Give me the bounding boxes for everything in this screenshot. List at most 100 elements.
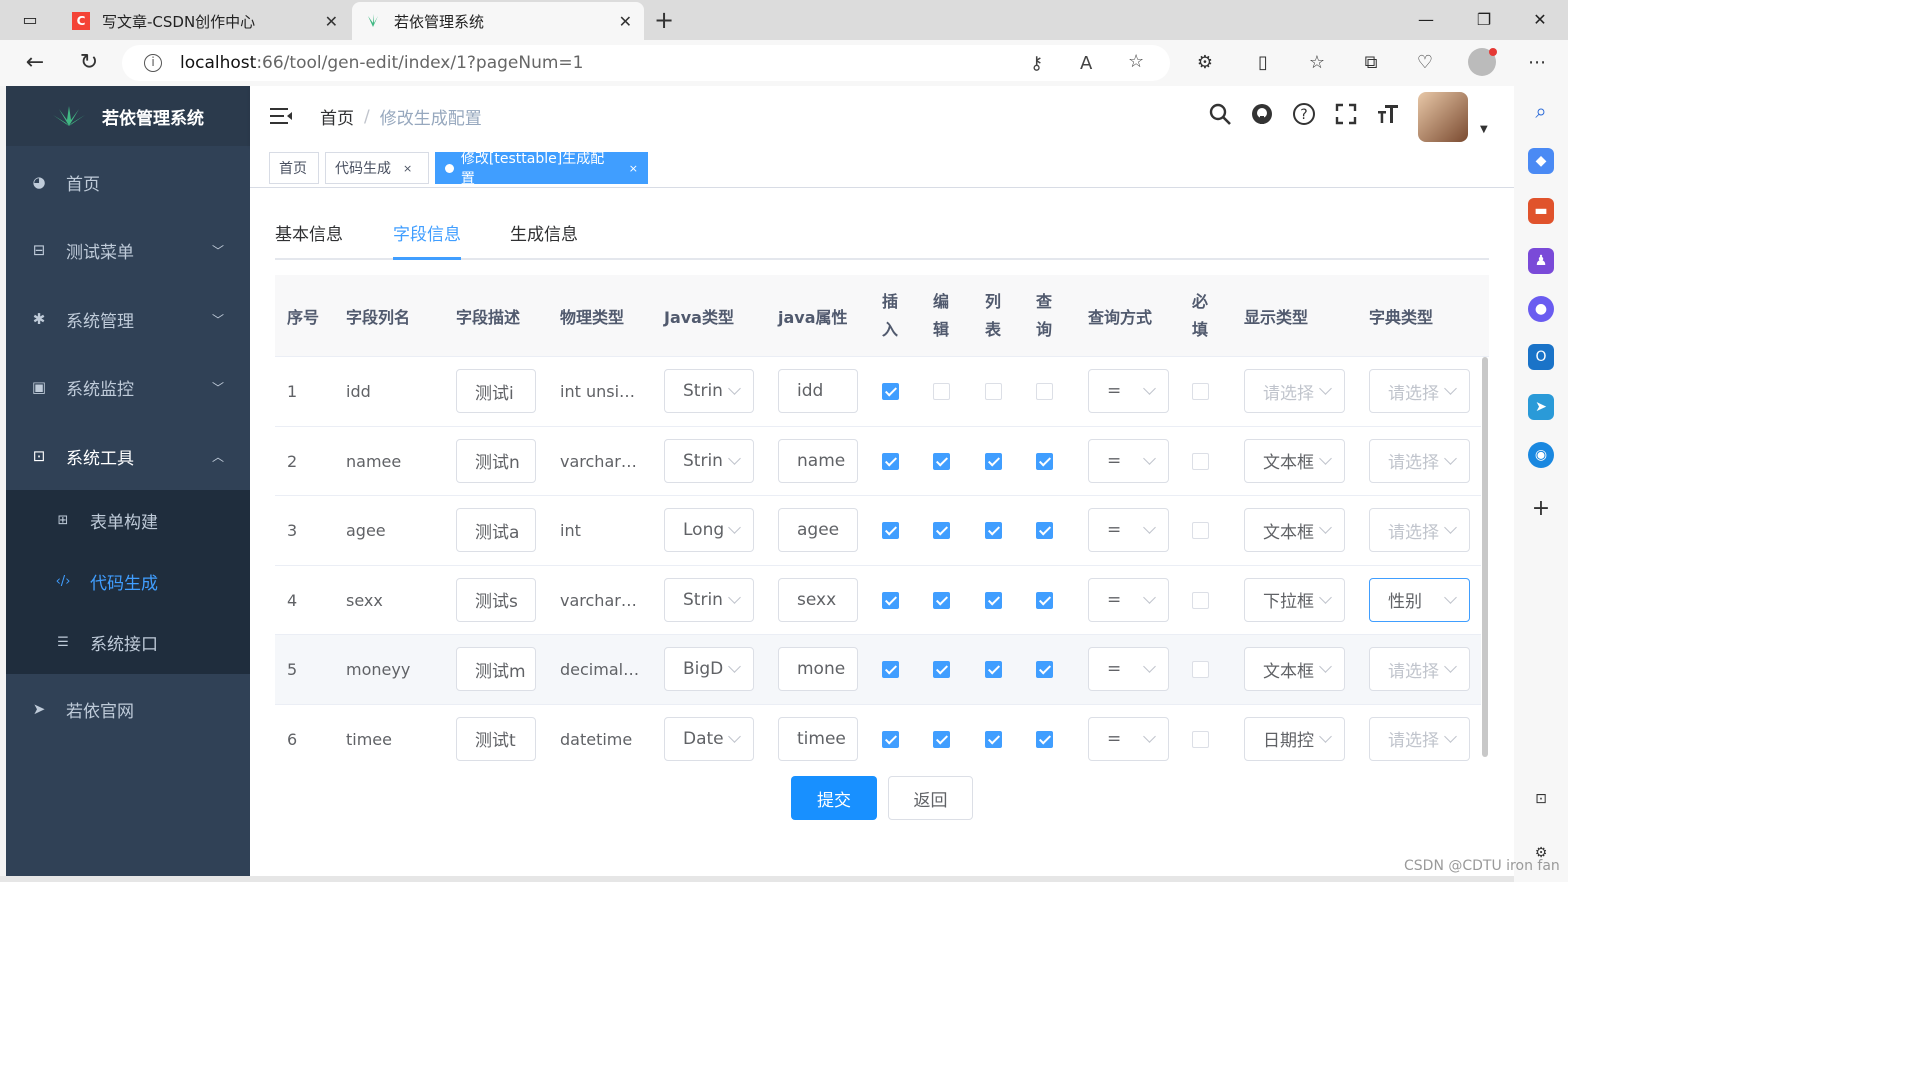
- info-icon[interactable]: i: [144, 54, 162, 72]
- tag-icon[interactable]: ◆: [1528, 148, 1554, 174]
- java-field-input[interactable]: timee: [778, 716, 858, 761]
- close-icon[interactable]: ×: [629, 162, 638, 175]
- edit-checkbox[interactable]: [933, 383, 950, 400]
- favorite-star-icon[interactable]: ☆: [1128, 51, 1144, 72]
- list-checkbox[interactable]: [985, 661, 1002, 678]
- required-checkbox[interactable]: [1192, 452, 1209, 470]
- search-icon[interactable]: [1206, 102, 1234, 130]
- insert-checkbox[interactable]: [882, 522, 899, 539]
- games-icon[interactable]: ♟: [1528, 248, 1554, 274]
- submit-button[interactable]: 提交: [791, 776, 877, 820]
- screenshot-icon[interactable]: ⊡: [1528, 786, 1554, 812]
- required-checkbox[interactable]: [1192, 522, 1209, 539]
- dict-type-select[interactable]: 性别: [1369, 577, 1470, 622]
- column-desc-input[interactable]: 测试m: [456, 647, 536, 691]
- required-checkbox[interactable]: [1192, 730, 1209, 748]
- edit-checkbox[interactable]: [933, 730, 950, 748]
- browser-essentials-icon[interactable]: ♡: [1412, 50, 1438, 76]
- java-field-input[interactable]: name: [778, 438, 858, 483]
- java-type-select[interactable]: BigD: [664, 647, 754, 691]
- collections-icon[interactable]: ⧉: [1358, 50, 1384, 76]
- dict-type-select[interactable]: 请选择: [1369, 647, 1470, 691]
- favorites-icon[interactable]: ☆: [1304, 50, 1330, 76]
- column-desc-input[interactable]: 测试a: [456, 508, 536, 552]
- tag-home[interactable]: 首页: [269, 152, 319, 184]
- list-checkbox[interactable]: [985, 730, 1002, 748]
- query-type-select[interactable]: =: [1088, 716, 1169, 761]
- java-field-input[interactable]: sexx: [778, 577, 858, 622]
- required-checkbox[interactable]: [1192, 661, 1209, 678]
- column-desc-input[interactable]: 测试i: [456, 369, 536, 413]
- list-checkbox[interactable]: [985, 522, 1002, 539]
- key-icon[interactable]: ⚷: [1030, 53, 1043, 74]
- tab-basic-info[interactable]: 基本信息: [275, 220, 343, 245]
- html-type-select[interactable]: 文本框: [1244, 647, 1345, 691]
- address-bar[interactable]: i localhost:66/tool/gen-edit/index/1?pag…: [122, 45, 1170, 81]
- browser-tab-csdn[interactable]: C 写文章-CSDN创作中心 ✕: [60, 2, 350, 40]
- scrollbar-thumb[interactable]: [1482, 357, 1488, 757]
- back-button[interactable]: 返回: [888, 776, 973, 820]
- table-scrollbar[interactable]: [1481, 357, 1489, 763]
- tag-edit-gen-config[interactable]: 修改[testtable]生成配置 ×: [435, 151, 648, 187]
- copilot-icon[interactable]: ●: [1528, 296, 1554, 322]
- insert-checkbox[interactable]: [882, 452, 899, 470]
- html-type-select[interactable]: 日期控: [1244, 716, 1345, 761]
- sidebar-logo[interactable]: 若依管理系统: [6, 86, 250, 146]
- sidebar-item-system-api[interactable]: ☰ 系统接口: [6, 612, 250, 673]
- sidebar-item-system-monitor[interactable]: ▣ 系统监控 ﹀: [6, 353, 250, 421]
- html-type-select[interactable]: 下拉框: [1244, 577, 1345, 622]
- html-type-select[interactable]: 文本框: [1244, 438, 1345, 483]
- briefcase-icon[interactable]: ▬: [1528, 198, 1554, 224]
- dict-type-select[interactable]: 请选择: [1369, 716, 1470, 761]
- add-icon[interactable]: +: [1528, 496, 1554, 522]
- sidebar-item-code-gen[interactable]: ‹/› 代码生成: [6, 551, 250, 612]
- help-icon[interactable]: ?: [1290, 102, 1318, 130]
- dict-type-select[interactable]: 请选择: [1369, 508, 1470, 552]
- list-checkbox[interactable]: [985, 452, 1002, 470]
- close-icon[interactable]: ×: [403, 162, 412, 175]
- more-menu-icon[interactable]: ⋯: [1524, 50, 1550, 76]
- tag-code-gen[interactable]: 代码生成 ×: [325, 152, 429, 184]
- column-desc-input[interactable]: 测试s: [456, 577, 536, 622]
- breadcrumb-home[interactable]: 首页: [320, 104, 354, 129]
- tab-actions-icon[interactable]: ▭: [16, 8, 44, 32]
- list-checkbox[interactable]: [985, 383, 1002, 400]
- column-desc-input[interactable]: 测试n: [456, 438, 536, 483]
- query-type-select[interactable]: =: [1088, 647, 1169, 691]
- dict-type-select[interactable]: 请选择: [1369, 438, 1470, 483]
- query-checkbox[interactable]: [1036, 730, 1053, 748]
- back-arrow-icon[interactable]: ←: [20, 48, 50, 78]
- search-icon[interactable]: ⌕: [1528, 98, 1554, 124]
- browser-tab-ruoyi[interactable]: 若依管理系统 ✕: [352, 2, 644, 40]
- sidebar-item-system-management[interactable]: ✱ 系统管理 ﹀: [6, 285, 250, 353]
- java-type-select[interactable]: Strin: [664, 369, 754, 413]
- insert-checkbox[interactable]: [882, 730, 899, 748]
- insert-checkbox[interactable]: [882, 591, 899, 609]
- query-checkbox[interactable]: [1036, 522, 1053, 539]
- dict-type-select[interactable]: 请选择: [1369, 369, 1470, 413]
- java-type-select[interactable]: Date: [664, 716, 754, 761]
- close-icon[interactable]: ✕: [619, 12, 632, 31]
- query-checkbox[interactable]: [1036, 383, 1053, 400]
- sidebar-item-system-tools[interactable]: ⊡ 系统工具 ︿: [6, 422, 250, 490]
- close-window-icon[interactable]: ✕: [1526, 8, 1554, 32]
- caret-down-icon[interactable]: ▼: [1480, 124, 1488, 135]
- restore-icon[interactable]: ❐: [1470, 8, 1498, 32]
- send-icon[interactable]: ➤: [1528, 394, 1554, 420]
- edge-drop-icon[interactable]: ◉: [1528, 442, 1554, 468]
- edit-checkbox[interactable]: [933, 522, 950, 539]
- query-checkbox[interactable]: [1036, 591, 1053, 609]
- html-type-select[interactable]: 文本框: [1244, 508, 1345, 552]
- insert-checkbox[interactable]: [882, 383, 899, 400]
- sidebar-item-test-menu[interactable]: ⊟ 测试菜单 ﹀: [6, 216, 250, 284]
- query-type-select[interactable]: =: [1088, 508, 1169, 552]
- query-type-select[interactable]: =: [1088, 577, 1169, 622]
- java-type-select[interactable]: Strin: [664, 577, 754, 622]
- required-checkbox[interactable]: [1192, 383, 1209, 400]
- fullscreen-icon[interactable]: [1332, 102, 1360, 130]
- sidebar-item-form-builder[interactable]: ⊞ 表单构建: [6, 490, 250, 551]
- query-type-select[interactable]: =: [1088, 438, 1169, 483]
- font-size-icon[interactable]: [1374, 102, 1402, 130]
- query-checkbox[interactable]: [1036, 661, 1053, 678]
- java-type-select[interactable]: Long: [664, 508, 754, 552]
